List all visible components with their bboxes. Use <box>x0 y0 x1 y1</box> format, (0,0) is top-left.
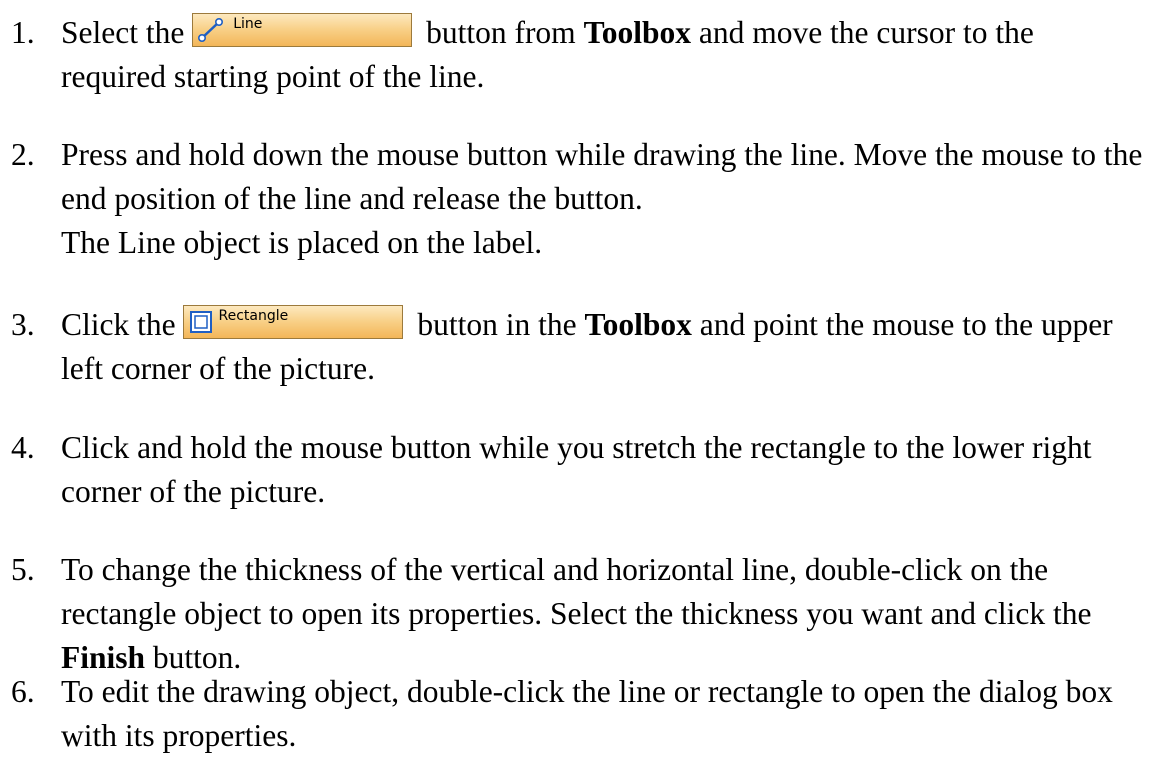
step-text: To change the thickness of the vertical … <box>61 548 1146 680</box>
toolbox-button-label: Line <box>233 16 263 32</box>
step-text-part: button from <box>418 15 584 50</box>
step-number: 5. <box>11 552 35 587</box>
step-body: Select the Line button from Toolbox and … <box>61 11 1146 99</box>
step-body: To edit the drawing object, double-click… <box>61 670 1146 758</box>
step-text-part: button in the <box>409 307 585 342</box>
step-text: Select the Line button from Toolbox and … <box>61 11 1146 99</box>
rectangle-tool-icon <box>190 311 213 333</box>
step-body: Click and hold the mouse button while yo… <box>61 426 1146 514</box>
toolbox-rectangle-button: Rectangle <box>183 305 404 339</box>
toolbox-term: Toolbox <box>584 307 692 342</box>
toolbox-term: Toolbox <box>583 15 691 50</box>
step-note: The Line object is placed on the label. <box>61 225 543 260</box>
step-number: 6. <box>11 674 35 709</box>
step-body: To change the thickness of the vertical … <box>61 548 1146 680</box>
step-text: Press and hold down the mouse button whi… <box>61 137 1143 216</box>
step-text-part: Click the <box>61 307 184 342</box>
step-number: 3. <box>11 307 35 342</box>
step-text: Click and hold the mouse button while yo… <box>61 430 1092 509</box>
step-text: To edit the drawing object, double-click… <box>61 674 1113 753</box>
step-text-part: To change the thickness of the vertical … <box>61 552 1092 631</box>
step-number: 2. <box>11 137 35 172</box>
step-text-part: Select the <box>61 15 193 50</box>
step-body: Click the Rectangle button in the Toolbo… <box>61 303 1146 391</box>
step-text: Click the Rectangle button in the Toolbo… <box>61 303 1146 391</box>
step-number: 4. <box>11 430 35 465</box>
toolbox-line-button: Line <box>192 13 413 47</box>
line-tool-icon <box>198 17 224 42</box>
step-body: Press and hold down the mouse button whi… <box>61 133 1146 265</box>
toolbox-button-label: Rectangle <box>218 308 289 324</box>
step-number: 1. <box>11 15 35 50</box>
